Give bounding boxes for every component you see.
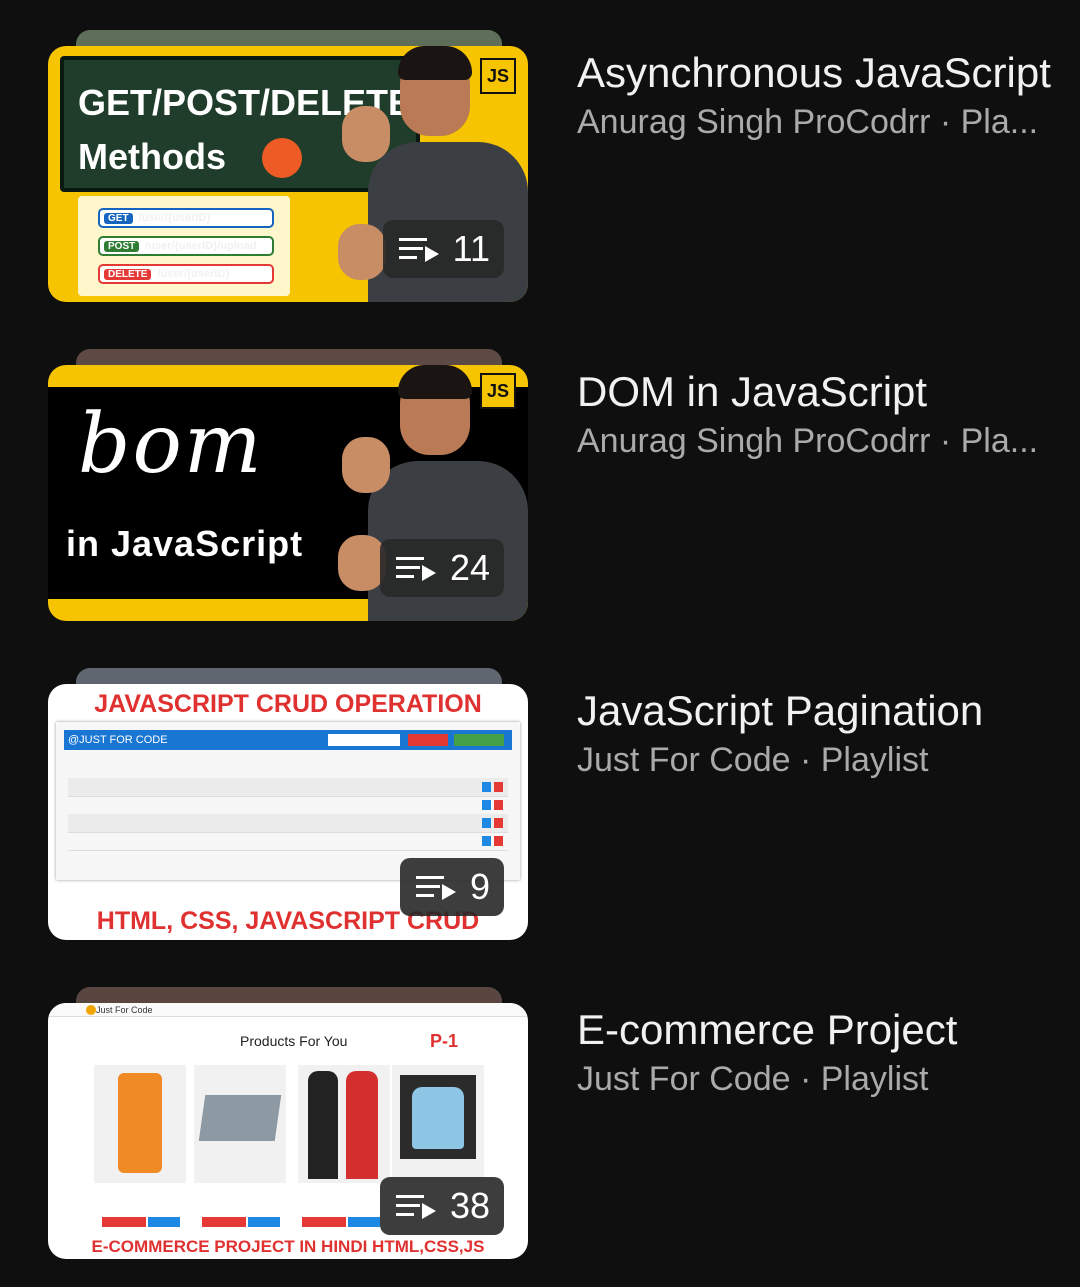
video-count: 9 (469, 866, 490, 907)
playlist-title[interactable]: DOM in JavaScript (577, 367, 1067, 417)
buy-now-button (148, 1217, 180, 1227)
playlist-subtitle: Just For Code · Playlist (577, 741, 929, 779)
playlist-info[interactable]: E-commerce Project Just For Code · Playl… (577, 1005, 1067, 1099)
playlist-item[interactable]: GET/POST/DELETE Methods GET /user/{userI… (0, 30, 1080, 330)
thumbnail-line2: Methods (78, 136, 226, 177)
thumbnail-line1: JAVASCRIPT CRUD OPERATION (94, 690, 482, 718)
video-count: 11 (452, 228, 490, 269)
playlist-item[interactable]: bom in JavaScript JS 24 DOM in JavaScrip… (0, 349, 1080, 649)
playlist-thumbnail[interactable]: Just For Code Products For You P-1 E-COM… (48, 1003, 528, 1259)
playlist-info[interactable]: DOM in JavaScript Anurag Singh ProCodrr … (577, 367, 1067, 461)
playlist-play-icon (395, 557, 436, 581)
playlist-title[interactable]: JavaScript Pagination (577, 686, 1067, 736)
thumbnail-footer: E-COMMERCE PROJECT IN HINDI HTML,CSS,JS (91, 1237, 485, 1256)
product-card (298, 1065, 390, 1183)
playlist-subtitle: Anurag Singh ProCodrr · Pla... (577, 103, 1039, 141)
playlist-info[interactable]: Asynchronous JavaScript Anurag Singh Pro… (577, 48, 1067, 142)
playlist-title[interactable]: Asynchronous JavaScript (577, 48, 1067, 98)
add-to-cart-button (202, 1217, 246, 1227)
product-card (94, 1065, 186, 1183)
video-count-badge: 24 (379, 539, 504, 597)
playlist-thumbnail[interactable]: JAVASCRIPT CRUD OPERATION @JUST FOR CODE… (48, 684, 528, 940)
buy-now-button (348, 1217, 380, 1227)
js-badge: JS (480, 373, 516, 409)
buy-now-button (248, 1217, 280, 1227)
part-label: P-1 (430, 1031, 459, 1051)
playlist-subtitle: Just For Code · Playlist (577, 1060, 929, 1098)
product-card (194, 1065, 286, 1183)
request-post: POST /user/{userID}/upload (98, 236, 274, 256)
playlist-thumbnail[interactable]: bom in JavaScript JS 24 (48, 365, 528, 621)
video-count: 38 (449, 1185, 490, 1226)
playlist-item[interactable]: JAVASCRIPT CRUD OPERATION @JUST FOR CODE… (0, 668, 1080, 968)
playlist-info[interactable]: JavaScript Pagination Just For Code · Pl… (577, 686, 1067, 780)
playlist-thumbnail[interactable]: GET/POST/DELETE Methods GET /user/{userI… (48, 46, 528, 302)
playlist-play-icon (395, 1195, 436, 1219)
request-delete: DELETE /user/{userID} (98, 264, 274, 284)
thumbnail-line2: in JavaScript (66, 523, 304, 564)
store-heading: Products For You (240, 1033, 348, 1049)
js-badge: JS (480, 58, 516, 94)
video-count-badge: 38 (379, 1177, 504, 1235)
store-logo-icon (86, 1005, 96, 1015)
product-card (392, 1065, 484, 1183)
table-row (68, 778, 508, 797)
app-delete-all (408, 734, 448, 746)
store-navbar: Just For Code (48, 1003, 528, 1017)
video-count-badge: 11 (382, 220, 504, 278)
thumbnail-line1: bom (78, 397, 264, 492)
table-row (68, 796, 508, 815)
request-card: GET /user/{userID} POST /user/{userID}/u… (78, 196, 290, 296)
playlist-subtitle: Anurag Singh ProCodrr · Pla... (577, 422, 1039, 460)
request-get: GET /user/{userID} (98, 208, 274, 228)
crud-app-preview: @JUST FOR CODE (56, 722, 520, 880)
add-to-cart-button (102, 1217, 146, 1227)
playlist-title[interactable]: E-commerce Project (577, 1005, 1067, 1055)
add-to-cart-button (302, 1217, 346, 1227)
playlist-play-icon (398, 238, 439, 262)
postman-logo-icon (262, 138, 302, 178)
table-row (68, 832, 508, 851)
video-count: 24 (449, 547, 490, 588)
playlist-item[interactable]: Just For Code Products For You P-1 E-COM… (0, 987, 1080, 1287)
table-row (68, 760, 508, 779)
playlist-play-icon (415, 876, 456, 900)
app-add-user (454, 734, 504, 746)
table-row (68, 814, 508, 833)
video-count-badge: 9 (399, 858, 504, 916)
app-search (328, 734, 400, 746)
